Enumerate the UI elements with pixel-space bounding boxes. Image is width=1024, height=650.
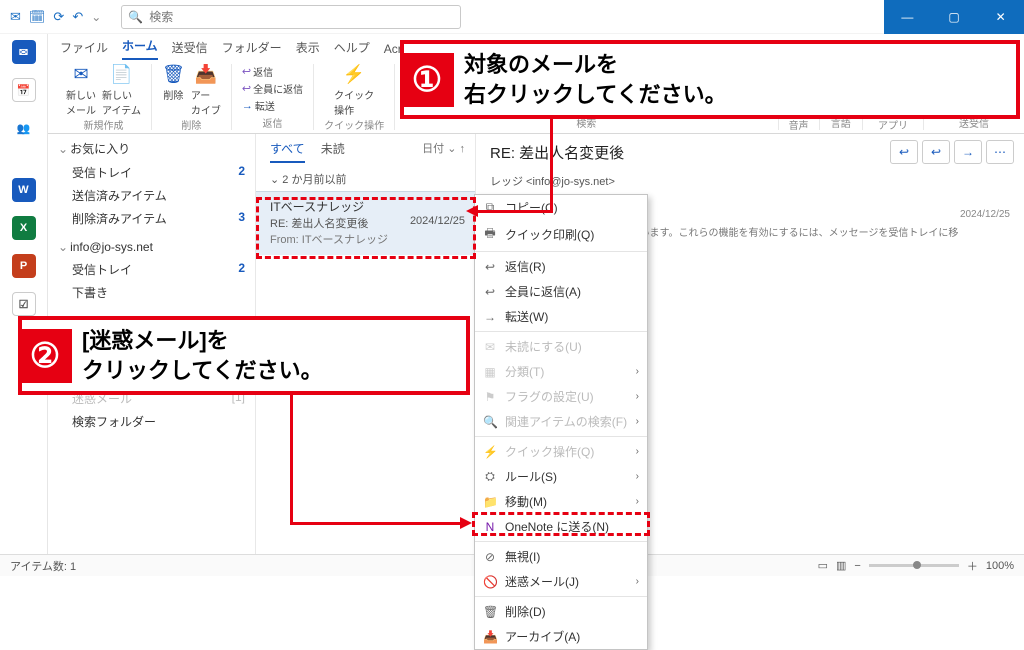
callout-1-text: 対象のメールを 右クリックしてください。 [464,50,727,109]
maximize-button[interactable]: ▢ [931,0,978,34]
ctx-flag: ⚑フラグの設定(U)› [475,384,647,409]
callout-2-number: ② [18,329,72,383]
search-icon: 🔍 [128,10,143,24]
ribbon-group-delete: 🗑削除 📥アー カイブ 削除 [152,64,232,130]
callout-2-text: [迷惑メール]を クリックしてください。 [82,326,323,385]
folder-sent[interactable]: 送信済みアイテム [58,184,255,207]
new-item-button[interactable]: 📄新しい アイテム [102,64,141,117]
qat-dropdown[interactable]: ⌄ [91,10,101,24]
filter-all[interactable]: すべて [270,140,305,163]
folder-drafts[interactable]: 下書き [58,281,255,304]
ctx-reply-all[interactable]: ↩全員に返信(A) [475,279,647,304]
new-mail-button[interactable]: ✉新しい メール [66,64,96,117]
tab-folder[interactable]: フォルダー [222,39,282,60]
callout-1-number: ① [400,53,454,107]
archive-button[interactable]: 📥アー カイブ [191,64,221,117]
arrow-2-head [460,517,472,529]
reply-all-icon-button[interactable]: ↩ [922,140,950,164]
excel-icon[interactable]: X [12,216,36,240]
app-rail: ✉ 📅 👥 W X P ☑ ⋯ [0,34,48,554]
favorites-header[interactable]: お気に入り [58,140,255,157]
reply-button[interactable]: ↩返信 [242,64,303,79]
search-placeholder: 検索 [149,8,173,25]
ribbon-group-new: ✉新しい メール 📄新しい アイテム 新規作成 [56,64,152,130]
view-reading-icon[interactable]: ▥ [836,559,846,572]
ctx-quick-print[interactable]: 🖶クイック印刷(Q) [475,220,647,249]
sort-button[interactable]: 日付 ⌄ ↑ [422,140,465,163]
callout-2: ② [迷惑メール]を クリックしてください。 [18,316,470,395]
window-controls: — ▢ ✕ [884,0,1024,34]
ribbon-group-quicksteps: ⚡クイック 操作 クイック操作 [314,64,395,130]
close-button[interactable]: ✕ [977,0,1024,34]
ctx-rules[interactable]: ⛭ルール(S)› [475,464,647,489]
folder-inbox-acct[interactable]: 受信トレイ2 [58,258,255,281]
minimize-button[interactable]: — [884,0,931,34]
people-app-icon[interactable]: 👥 [12,116,36,140]
undo-icon[interactable]: ↶ [72,9,83,25]
delete-button[interactable]: 🗑削除 [162,64,185,102]
filter-unread[interactable]: 未読 [321,140,345,163]
ctx-onenote[interactable]: NOneNote に送る(N) [475,514,647,539]
folder-deleted[interactable]: 削除済みアイテム3 [58,207,255,230]
tab-home[interactable]: ホーム [122,37,158,60]
arrow-1-head [466,205,478,217]
forward-button[interactable]: →転送 [242,98,303,113]
view-normal-icon[interactable]: ▭ [818,559,828,572]
ctx-copy[interactable]: ⧉コピー(C) [475,195,647,220]
tab-sendrecv[interactable]: 送受信 [172,39,208,60]
arrow-2-h [290,522,462,525]
ctx-ignore[interactable]: ⊘無視(I) [475,544,647,569]
calendar-icon: 🗓 [29,9,46,25]
ctx-archive[interactable]: 📥アーカイブ(A) [475,624,647,649]
context-menu: ⧉コピー(C) 🖶クイック印刷(Q) ↩返信(R) ↩全員に返信(A) →転送(… [474,194,648,650]
zoom-level: 100% [986,560,1014,572]
zoom-in[interactable]: ＋ [967,558,978,574]
mail-from: レッジ <info@jo-sys.net> [490,173,1010,189]
reply-all-button[interactable]: ↩全員に返信 [242,81,303,96]
sync-icon[interactable]: ⟳ [53,9,64,25]
more-actions-button[interactable]: ⋯ [986,140,1014,164]
quicksteps-button[interactable]: ⚡クイック 操作 [334,64,374,117]
arrow-2-v [290,390,293,524]
calendar-app-icon[interactable]: 📅 [12,78,36,102]
outlook-icon: ✉ [10,9,21,25]
ctx-reply[interactable]: ↩返信(R) [475,254,647,279]
ribbon-group-respond: ↩返信 ↩全員に返信 →転送 返信 [232,64,314,130]
forward-icon-button[interactable]: → [954,140,982,164]
folder-inbox[interactable]: 受信トレイ2 [58,161,255,184]
ctx-move[interactable]: 📁移動(M)› [475,489,647,514]
tab-file[interactable]: ファイル [60,39,108,60]
date-group-header[interactable]: ⌄ 2 か月前以前 [256,163,475,191]
powerpoint-icon[interactable]: P [12,254,36,278]
mail-item[interactable]: ITベースナレッジ RE: 差出人名変更後2024/12/25 From: IT… [256,191,475,255]
folder-search[interactable]: 検索フォルダー [58,410,255,433]
ctx-delete[interactable]: 🗑削除(D) [475,599,647,624]
search-box[interactable]: 🔍 検索 [121,5,461,29]
reply-icon-button[interactable]: ↩ [890,140,918,164]
callout-1: ① 対象のメールを 右クリックしてください。 [400,40,1020,119]
ctx-quicksteps: ⚡クイック操作(Q)› [475,439,647,464]
word-icon[interactable]: W [12,178,36,202]
mail-app-icon[interactable]: ✉ [12,40,36,64]
tab-help[interactable]: ヘルプ [334,39,370,60]
tab-view[interactable]: 表示 [296,39,320,60]
zoom-slider[interactable] [869,564,959,567]
account-header[interactable]: info@jo-sys.net [58,240,255,254]
ctx-junk[interactable]: 🚫迷惑メール(J)› [475,569,647,594]
titlebar: ✉ 🗓 ⟳ ↶ ⌄ 🔍 検索 [0,0,1024,34]
item-count: アイテム数: 1 [10,558,76,574]
ctx-categorize: ▦分類(T)› [475,359,647,384]
ctx-related: 🔍関連アイテムの検索(F)› [475,409,647,434]
arrow-1-v [550,112,553,212]
ctx-forward[interactable]: →転送(W) [475,304,647,329]
ctx-mark-unread: ✉未読にする(U) [475,334,647,359]
zoom-out[interactable]: − [854,560,860,572]
todo-icon[interactable]: ☑ [12,292,36,316]
arrow-1-h [476,210,553,213]
